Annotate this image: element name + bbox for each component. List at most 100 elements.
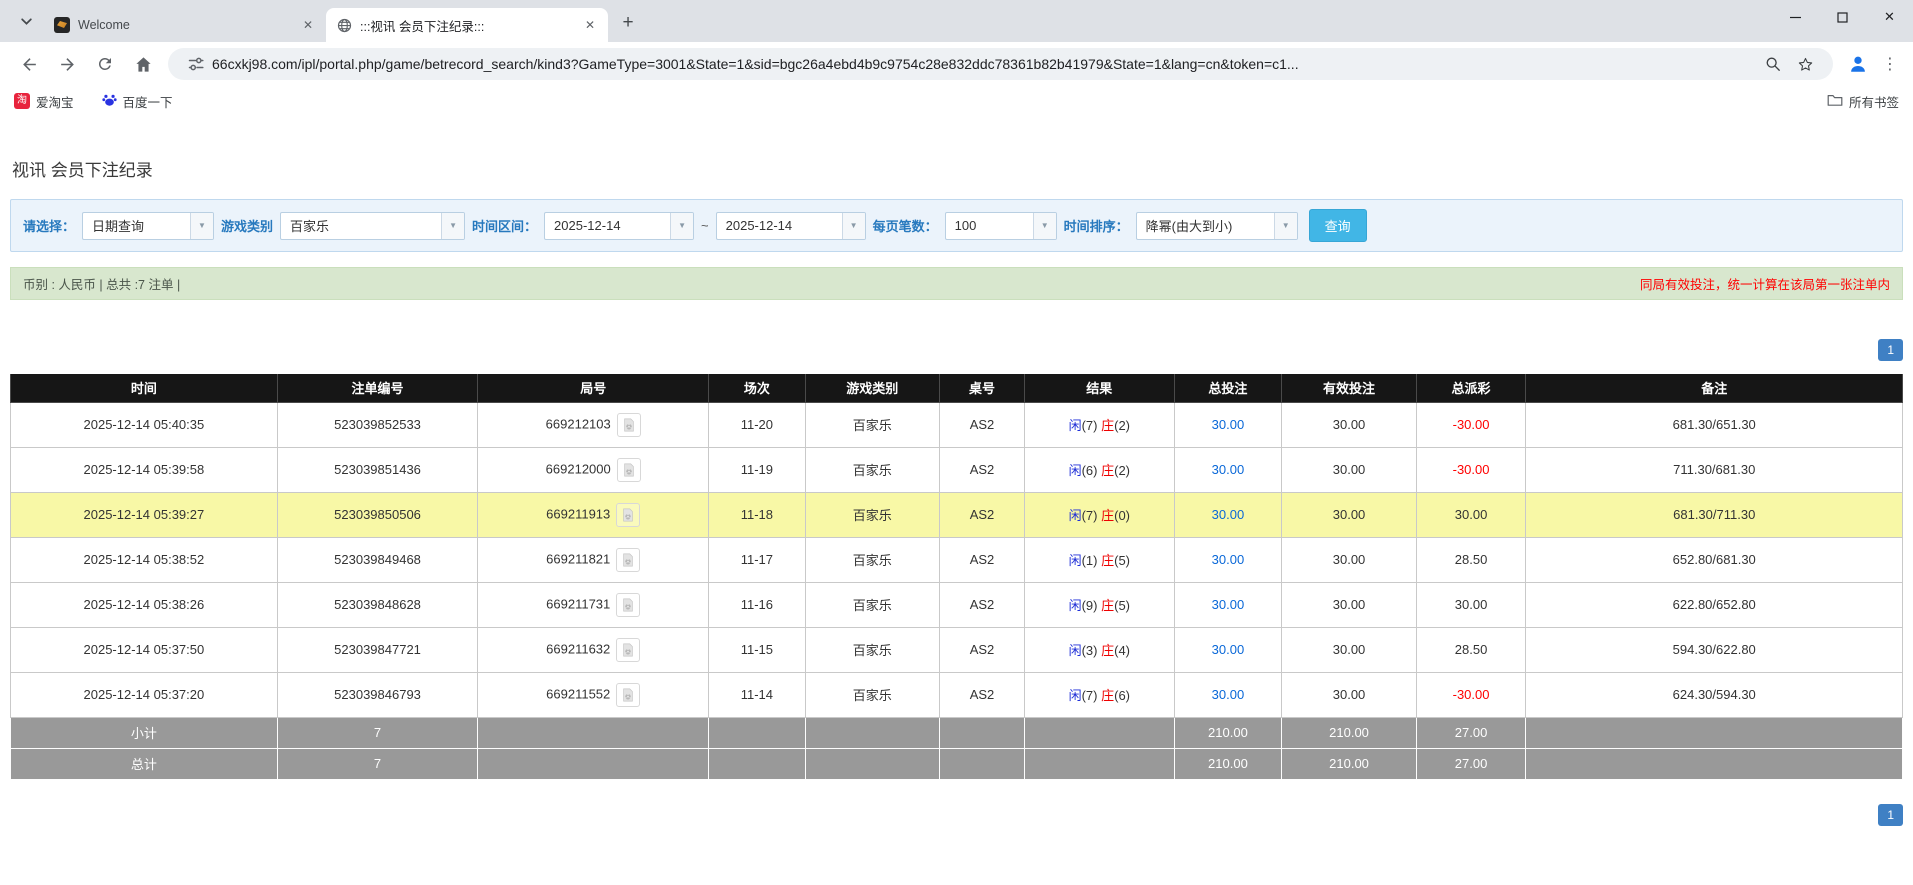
total-bet-link[interactable]: 30.00: [1212, 507, 1245, 522]
back-button[interactable]: [13, 48, 45, 80]
round-number: 669211821: [546, 550, 611, 566]
home-button[interactable]: [127, 48, 159, 80]
result-number: (7): [1081, 418, 1102, 433]
table-row: 2025-12-14 05:38:52 523039849468 669211821…: [10, 536, 1903, 583]
forward-button[interactable]: [51, 48, 83, 80]
video-replay-button[interactable]: [616, 502, 641, 527]
result-banker: 庄: [1101, 463, 1115, 478]
result-player: 闲: [1068, 508, 1082, 523]
per-page-select[interactable]: 100 ▼: [944, 211, 1057, 240]
video-replay-button[interactable]: [616, 457, 641, 482]
video-replay-button[interactable]: [616, 547, 641, 572]
cell-valid-bet: 30.00: [1281, 626, 1417, 673]
bookmark-baidu[interactable]: 百度一下: [101, 92, 173, 111]
date-from-input[interactable]: 2025-12-14 ▼: [544, 211, 695, 240]
round-number: 669211731: [546, 595, 611, 611]
table-footer-row: 总计 7 210.00 210.00 27.00: [10, 747, 1903, 780]
tab-betrecord[interactable]: :::视讯 会员下注纪录::: ✕: [326, 8, 608, 42]
result-player: 闲: [1068, 463, 1082, 478]
bookmarks-bar: 淘 爱淘宝 百度一下 所有书签: [0, 86, 1913, 116]
cell-payout: 30.00: [1415, 491, 1527, 538]
total-bet-link[interactable]: 30.00: [1212, 642, 1245, 657]
tab-welcome[interactable]: Welcome ✕: [44, 8, 326, 42]
table-row: 2025-12-14 05:39:58 523039851436 669212000…: [10, 446, 1903, 493]
total-bet-link[interactable]: 30.00: [1212, 687, 1245, 702]
footer-total-bet: 210.00: [1173, 747, 1283, 780]
dropdown-arrow-icon: ▼: [190, 212, 214, 239]
footer-game: [804, 716, 940, 749]
cell-result: 闲(7) 庄(0): [1024, 491, 1175, 538]
cell-result: 闲(6) 庄(2): [1024, 446, 1175, 493]
video-replay-button[interactable]: [616, 682, 641, 707]
tab-close-icon[interactable]: ✕: [582, 17, 598, 33]
total-bet-link[interactable]: 30.00: [1212, 552, 1245, 567]
browser-menu-icon[interactable]: ⋮: [1877, 51, 1903, 77]
cell-game-type: 百家乐: [804, 446, 940, 493]
footer-result: [1024, 716, 1175, 749]
column-header: 场次: [708, 374, 806, 403]
dropdown-arrow-icon: ▼: [670, 212, 694, 239]
url-bar[interactable]: 66cxkj98.com/ipl/portal.php/game/betreco…: [168, 48, 1833, 80]
video-replay-button[interactable]: [616, 412, 641, 437]
result-number: (5): [1114, 553, 1130, 568]
footer-valid-bet: 210.00: [1281, 747, 1417, 780]
table-footer-row: 小计 7 210.00 210.00 27.00: [10, 716, 1903, 749]
cell-bet-id: 523039852533: [276, 401, 479, 448]
cell-bet-id: 523039849468: [276, 536, 479, 583]
reload-button[interactable]: [89, 48, 121, 80]
total-bet-link[interactable]: 30.00: [1212, 462, 1245, 477]
pagination-top: 1: [10, 339, 1903, 361]
video-replay-button[interactable]: [616, 637, 641, 662]
result-number: (2): [1114, 463, 1130, 478]
cell-payout: 30.00: [1415, 581, 1527, 628]
total-bet-link[interactable]: 30.00: [1212, 597, 1245, 612]
cell-round: 669212103: [477, 401, 710, 448]
page-1-button[interactable]: 1: [1878, 803, 1903, 826]
video-replay-button[interactable]: [616, 592, 641, 617]
close-window-button[interactable]: ✕: [1866, 0, 1913, 34]
cell-session: 11-20: [708, 401, 806, 448]
tab-search-button[interactable]: [12, 7, 40, 35]
game-type-select[interactable]: 百家乐 ▼: [280, 211, 466, 240]
cell-session: 11-19: [708, 446, 806, 493]
bet-record-table: 时间 注单编号 局号 场次 游戏类别 桌号 结果 总投注 有效投注 总派彩 备注 2025-12-1…: [10, 374, 1903, 780]
bookmark-taobao[interactable]: 淘 爱淘宝: [14, 92, 74, 111]
zoom-icon[interactable]: [1761, 52, 1785, 76]
tab-close-icon[interactable]: ✕: [300, 17, 316, 33]
footer-session: [708, 747, 806, 780]
bookmark-star-icon[interactable]: [1793, 52, 1817, 76]
cell-total-bet: 30.00: [1173, 671, 1283, 718]
result-number: (6): [1081, 463, 1102, 478]
cell-time: 2025-12-14 05:37:50: [10, 626, 278, 673]
bookmark-label: 百度一下: [122, 95, 173, 110]
bookmark-label: 爱淘宝: [36, 95, 74, 110]
all-bookmarks-button[interactable]: 所有书签: [1827, 92, 1899, 111]
tab-title: :::视讯 会员下注纪录:::: [360, 19, 485, 34]
footer-session: [708, 716, 806, 749]
footer-remark: [1525, 716, 1903, 749]
query-type-select[interactable]: 日期查询 ▼: [82, 211, 215, 240]
new-tab-button[interactable]: +: [614, 9, 642, 37]
page-1-button[interactable]: 1: [1878, 339, 1903, 361]
site-info-icon[interactable]: [184, 52, 208, 76]
profile-avatar[interactable]: [1843, 49, 1873, 79]
date-to-input[interactable]: 2025-12-14 ▼: [715, 211, 866, 240]
table-row: 2025-12-14 05:38:26 523039848628 669211731…: [10, 581, 1903, 628]
cell-result: 闲(7) 庄(2): [1024, 401, 1175, 448]
cell-table-no: AS2: [938, 536, 1026, 583]
result-number: (6): [1114, 688, 1130, 703]
cell-total-bet: 30.00: [1173, 491, 1283, 538]
footer-table: [938, 716, 1026, 749]
total-bet-link[interactable]: 30.00: [1212, 417, 1245, 432]
page-content: 视讯 会员下注纪录 请选择： 日期查询 ▼ 游戏类别 百家乐 ▼ 时间区间： 2…: [0, 156, 1913, 826]
footer-result: [1024, 747, 1175, 780]
maximize-button[interactable]: [1819, 0, 1866, 34]
url-text[interactable]: 66cxkj98.com/ipl/portal.php/game/betreco…: [212, 56, 1757, 72]
sort-select[interactable]: 降幂(由大到小) ▼: [1135, 211, 1298, 240]
round-number: 669211632: [546, 640, 611, 656]
currency-summary: 币别 : 人民币 | 总共 :7 注单 |: [23, 278, 181, 292]
footer-game: [804, 747, 940, 780]
cell-time: 2025-12-14 05:40:35: [10, 401, 278, 448]
search-button[interactable]: 查询: [1308, 209, 1367, 242]
minimize-button[interactable]: [1772, 0, 1819, 34]
